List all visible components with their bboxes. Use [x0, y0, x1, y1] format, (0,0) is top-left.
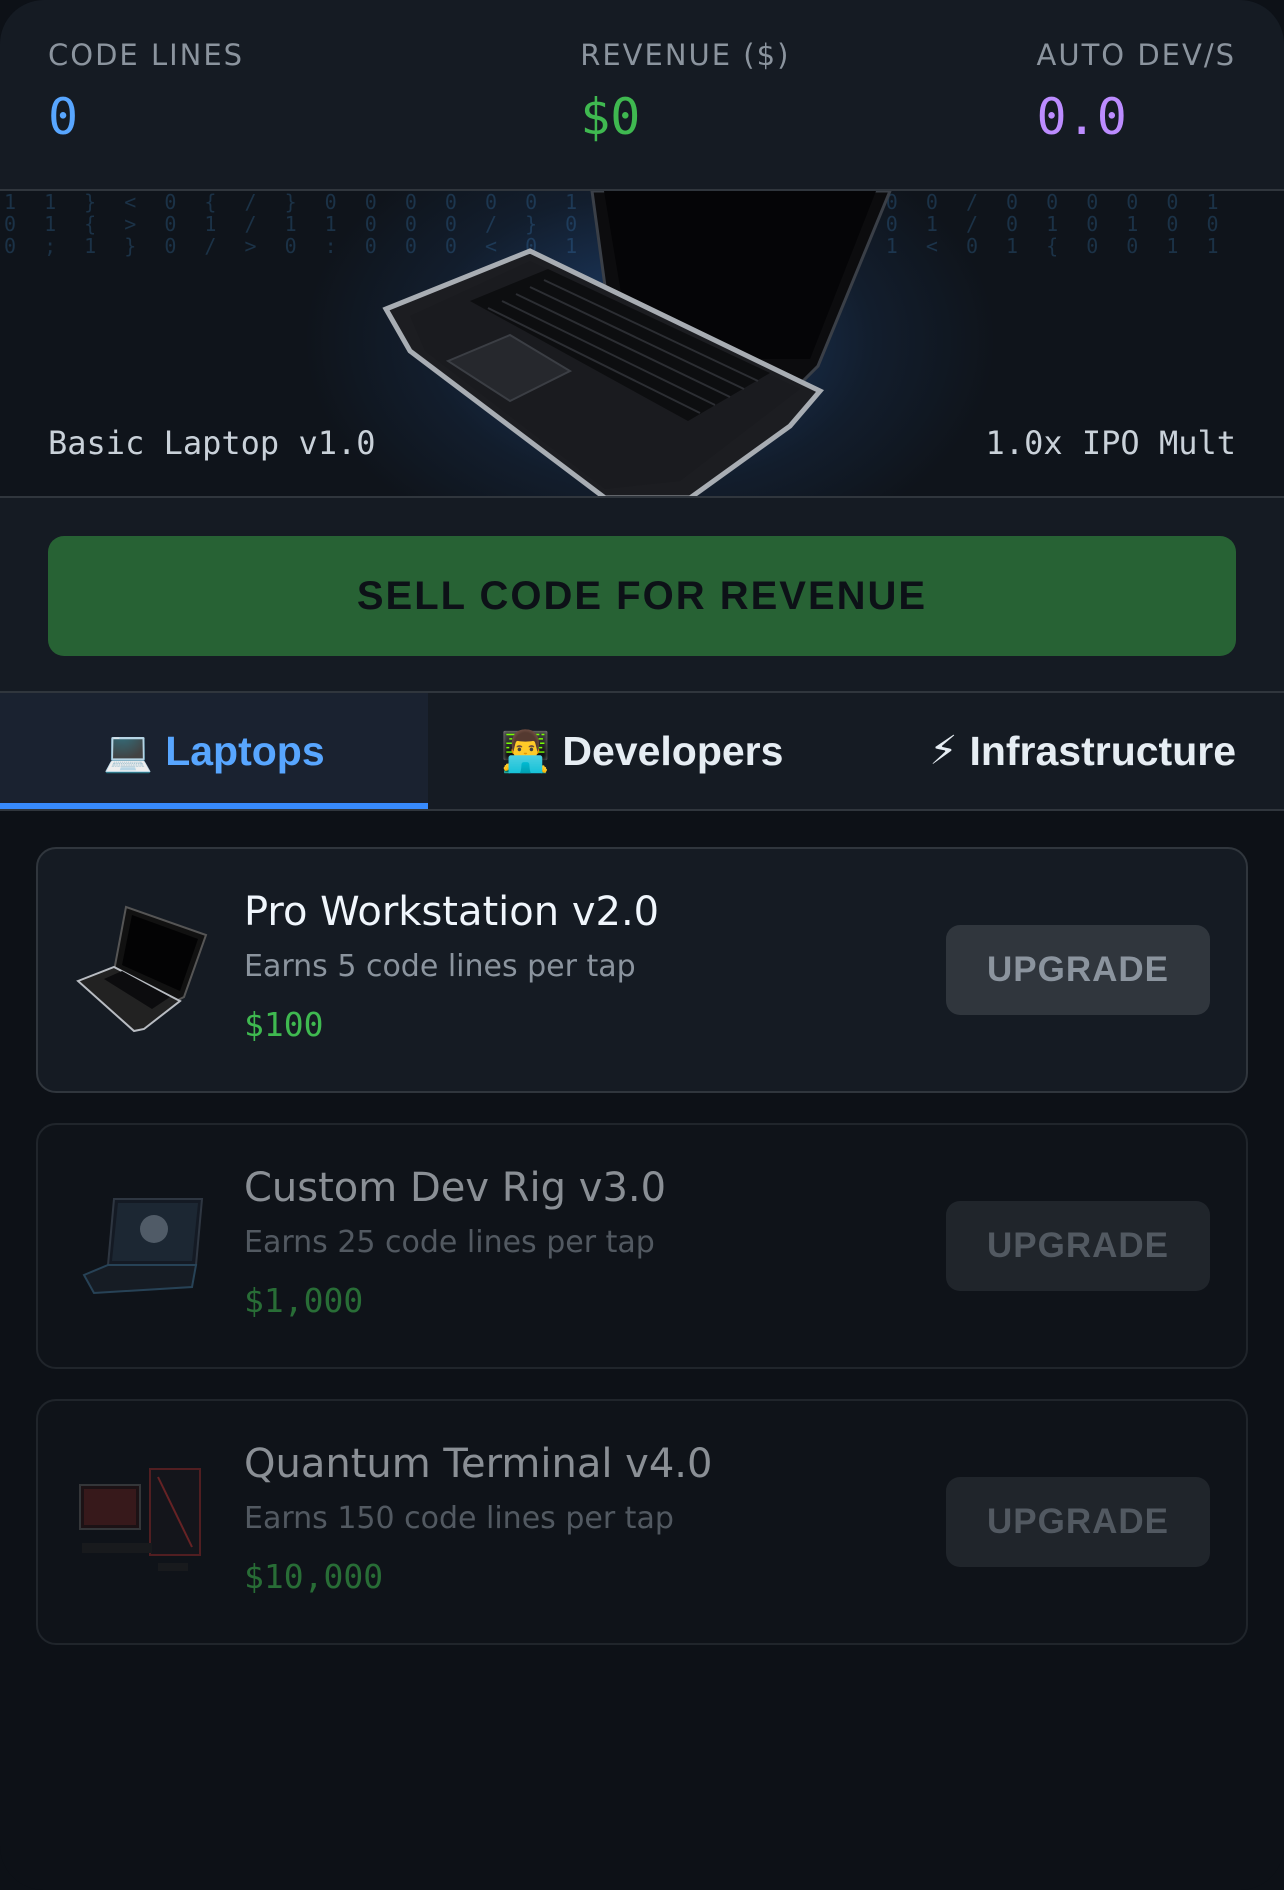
tab-label: Developers	[562, 727, 784, 774]
upgrade-description: Earns 150 code lines per tap	[244, 1501, 674, 1536]
revenue-value: $0	[580, 88, 641, 146]
tab-laptops[interactable]: 💻 Laptops	[0, 693, 428, 809]
upgrade-list: Pro Workstation v2.0 Earns 5 code lines …	[0, 811, 1284, 1645]
stat-revenue: REVENUE ($) $0	[580, 36, 790, 189]
upgrade-price: $1,000	[244, 1281, 364, 1320]
stat-label: CODE LINES	[48, 38, 245, 72]
developer-icon: 👨‍💻	[500, 728, 551, 775]
stats-bar: CODE LINES 0 REVENUE ($) $0 AUTO DEV/S 0…	[0, 0, 1284, 191]
tab-developers[interactable]: 👨‍💻 Developers	[428, 693, 856, 809]
stat-label: REVENUE ($)	[580, 38, 791, 72]
upgrade-description: Earns 25 code lines per tap	[244, 1225, 655, 1260]
upgrade-title: Custom Dev Rig v3.0	[244, 1165, 667, 1211]
upgrade-card: Quantum Terminal v4.0 Earns 150 code lin…	[36, 1399, 1248, 1645]
upgrade-card: Pro Workstation v2.0 Earns 5 code lines …	[36, 847, 1248, 1093]
sell-code-button[interactable]: SELL CODE FOR REVENUE	[48, 536, 1236, 656]
tab-infrastructure[interactable]: ⚡ Infrastructure	[856, 693, 1284, 809]
upgrade-price: $100	[244, 1005, 324, 1044]
lightning-icon: ⚡	[929, 728, 958, 774]
laptop-image	[382, 191, 892, 496]
upgrade-title: Pro Workstation v2.0	[244, 889, 660, 935]
upgrade-button[interactable]: UPGRADE	[946, 925, 1210, 1015]
tab-label: Laptops	[165, 727, 325, 774]
upgrade-title: Quantum Terminal v4.0	[244, 1441, 713, 1487]
app-root: CODE LINES 0 REVENUE ($) $0 AUTO DEV/S 0…	[0, 0, 1284, 1890]
gaming-laptop-image	[82, 1198, 204, 1295]
current-machine-label: Basic Laptop v1.0	[48, 424, 376, 462]
desktop-pc-image	[79, 1468, 201, 1571]
stat-code-lines: CODE LINES 0	[48, 36, 244, 189]
upgrade-price: $10,000	[244, 1557, 384, 1596]
category-tabs: 💻 Laptops 👨‍💻 Developers ⚡ Infrastructur…	[0, 693, 1284, 811]
sell-area: SELL CODE FOR REVENUE	[0, 498, 1284, 693]
stat-auto-dev: AUTO DEV/S 0.0	[1037, 36, 1237, 189]
hero-banner[interactable]: 1 1 } < 0 { / } 0 0 0 0 0 0 1 { / > 0 1 …	[0, 191, 1284, 498]
stat-label: AUTO DEV/S	[1036, 38, 1236, 72]
laptop-icon: 💻	[103, 728, 154, 775]
upgrade-button[interactable]: UPGRADE	[946, 1201, 1210, 1291]
tab-label: Infrastructure	[969, 727, 1236, 774]
upgrade-button[interactable]: UPGRADE	[946, 1477, 1210, 1567]
code-lines-value: 0	[48, 88, 79, 146]
upgrade-description: Earns 5 code lines per tap	[244, 949, 636, 984]
laptop-image	[76, 905, 208, 1033]
upgrade-card: Custom Dev Rig v3.0 Earns 25 code lines …	[36, 1123, 1248, 1369]
ipo-multiplier-label: 1.0x IPO Mult	[985, 424, 1236, 462]
auto-dev-value: 0.0	[1036, 88, 1127, 146]
